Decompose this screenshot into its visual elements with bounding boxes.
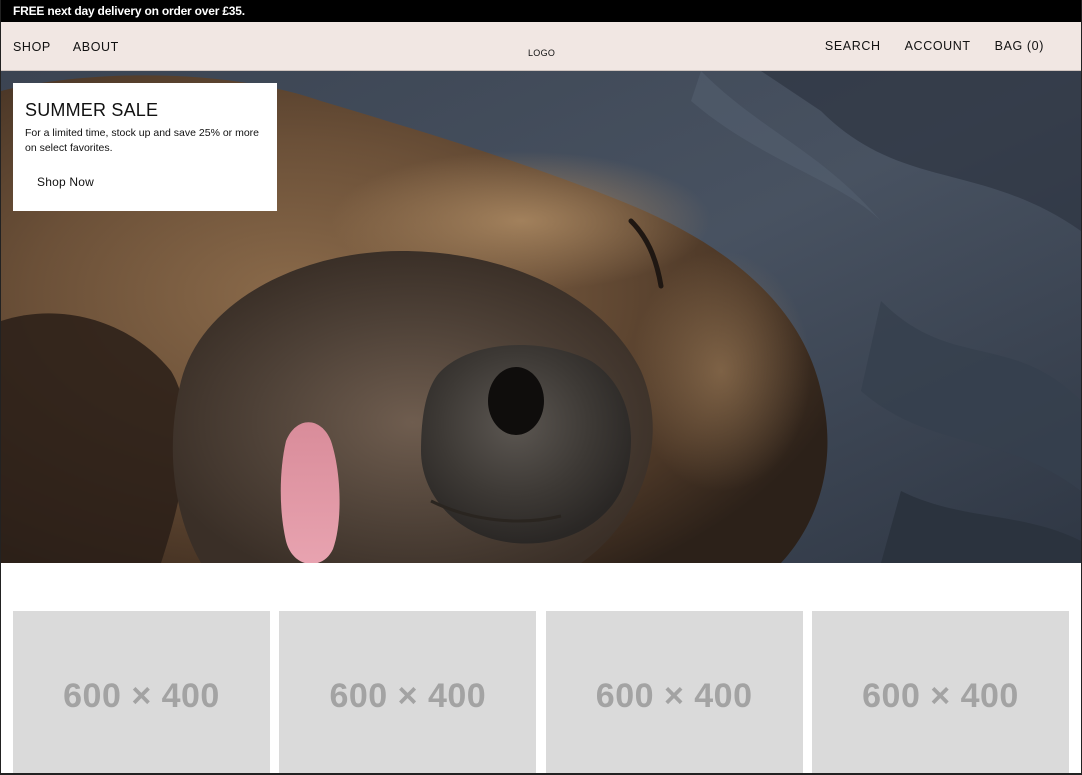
product-tile[interactable]: 600 × 400 [811,611,1069,773]
product-tiles: 600 × 400 600 × 400 600 × 400 600 × 400 [13,611,1069,773]
nav-account-link[interactable]: ACCOUNT [905,39,971,53]
product-tile[interactable]: 600 × 400 [13,611,270,773]
announcement-text: FREE next day delivery on order over £35… [13,4,245,18]
placeholder-size-label: 600 × 400 [329,676,487,715]
nav-search-link[interactable]: SEARCH [825,39,881,53]
site-header: SHOP ABOUT LOGO SEARCH ACCOUNT BAG (0) [1,22,1081,71]
nav-about-link[interactable]: ABOUT [73,40,119,54]
promo-description: For a limited time, stock up and save 25… [25,127,260,154]
hero-banner: SUMMER SALE For a limited time, stock up… [1,71,1081,563]
promo-title: SUMMER SALE [25,100,159,120]
promo-card: SUMMER SALE For a limited time, stock up… [13,83,277,211]
primary-nav: SHOP ABOUT [13,23,119,71]
announcement-bar: FREE next day delivery on order over £35… [1,0,1081,22]
site-logo[interactable]: LOGO [528,48,555,58]
shop-now-button[interactable]: Shop Now [37,175,94,189]
placeholder-size-label: 600 × 400 [63,676,220,715]
nav-bag-link[interactable]: BAG (0) [995,39,1044,53]
placeholder-size-label: 600 × 400 [862,676,1019,715]
placeholder-size-label: 600 × 400 [595,676,753,715]
nav-shop-link[interactable]: SHOP [13,40,51,54]
utility-nav: SEARCH ACCOUNT BAG (0) [825,22,1044,70]
product-tile[interactable]: 600 × 400 [279,611,537,773]
product-tile[interactable]: 600 × 400 [545,611,803,773]
